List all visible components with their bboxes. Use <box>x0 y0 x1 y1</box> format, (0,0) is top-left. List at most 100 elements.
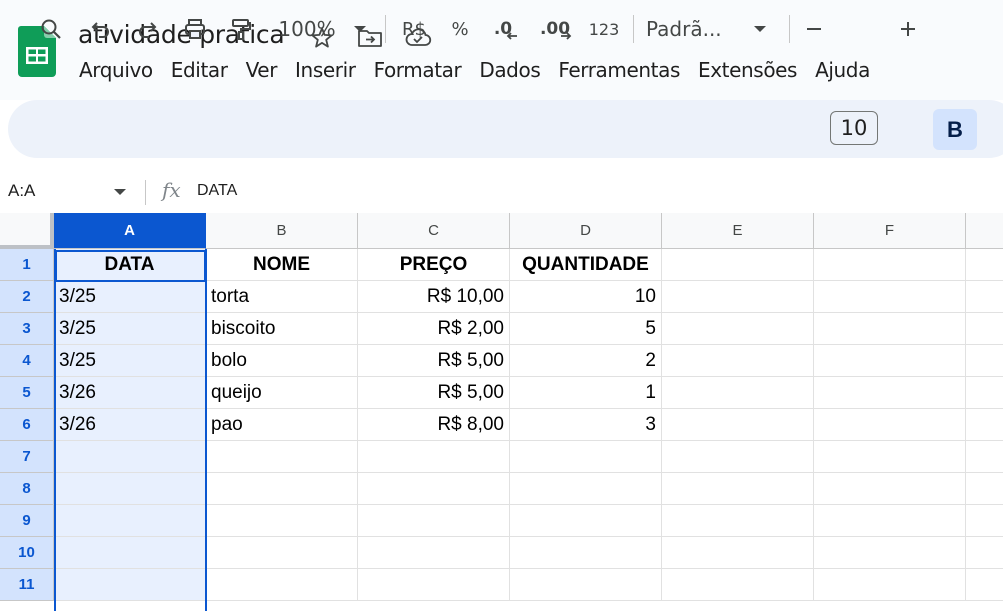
cell-c8[interactable] <box>358 473 510 505</box>
cell-c9[interactable] <box>358 505 510 537</box>
zoom-select[interactable]: 100% <box>272 0 342 58</box>
cell-c2[interactable]: R$ 10,00 <box>358 281 510 313</box>
cell-c5[interactable]: R$ 5,00 <box>358 377 510 409</box>
menu-ferramentas[interactable]: Ferramentas <box>549 56 689 82</box>
cell-g5[interactable] <box>966 377 1003 409</box>
cell-f1[interactable] <box>814 249 966 281</box>
cell-b9[interactable] <box>206 505 358 537</box>
cell-e6[interactable] <box>662 409 814 441</box>
cell-d7[interactable] <box>510 441 662 473</box>
cell-a11[interactable] <box>54 569 206 601</box>
cell-b7[interactable] <box>206 441 358 473</box>
redo-icon[interactable] <box>130 0 164 58</box>
cell-b11[interactable] <box>206 569 358 601</box>
cell-b4[interactable]: bolo <box>206 345 358 377</box>
cell-a7[interactable] <box>54 441 206 473</box>
cell-a6[interactable]: 3/26 <box>54 409 206 441</box>
cell-g6[interactable] <box>966 409 1003 441</box>
cell-e7[interactable] <box>662 441 814 473</box>
column-header-d[interactable]: D <box>510 213 662 249</box>
cell-e8[interactable] <box>662 473 814 505</box>
cell-f11[interactable] <box>814 569 966 601</box>
cell-c7[interactable] <box>358 441 510 473</box>
cell-c3[interactable]: R$ 2,00 <box>358 313 510 345</box>
column-header-overflow[interactable] <box>966 213 1003 249</box>
cell-a3[interactable]: 3/25 <box>54 313 206 345</box>
menu-editar[interactable]: Editar <box>162 56 237 82</box>
menu-dados[interactable]: Dados <box>470 56 549 82</box>
font-dropdown-icon[interactable] <box>748 0 772 58</box>
cell-g4[interactable] <box>966 345 1003 377</box>
undo-icon[interactable] <box>84 0 118 58</box>
paint-format-icon[interactable] <box>224 0 258 58</box>
menu-ver[interactable]: Ver <box>237 56 286 82</box>
cell-b8[interactable] <box>206 473 358 505</box>
row-header-2[interactable]: 2 <box>0 281 54 313</box>
cell-f5[interactable] <box>814 377 966 409</box>
font-select[interactable]: Padrã... <box>646 0 738 58</box>
row-header-4[interactable]: 4 <box>0 345 54 377</box>
cell-b6[interactable]: pao <box>206 409 358 441</box>
cell-a9[interactable] <box>54 505 206 537</box>
cell-e5[interactable] <box>662 377 814 409</box>
cell-f2[interactable] <box>814 281 966 313</box>
name-box[interactable]: A:A <box>8 181 35 201</box>
cell-g11[interactable] <box>966 569 1003 601</box>
cell-g1[interactable] <box>966 249 1003 281</box>
increase-font-size-button[interactable] <box>894 0 922 58</box>
zoom-dropdown-icon[interactable] <box>348 0 372 58</box>
column-header-f[interactable]: F <box>814 213 966 249</box>
cell-a5[interactable]: 3/26 <box>54 377 206 409</box>
menu-arquivo[interactable]: Arquivo <box>70 56 162 82</box>
cell-d10[interactable] <box>510 537 662 569</box>
bold-button[interactable]: B <box>933 109 977 150</box>
cell-c11[interactable] <box>358 569 510 601</box>
increase-decimal-button[interactable]: .00 <box>536 0 576 58</box>
row-header-10[interactable]: 10 <box>0 537 54 569</box>
currency-format-button[interactable]: R$ <box>398 0 430 58</box>
row-header-8[interactable]: 8 <box>0 473 54 505</box>
cell-a2[interactable]: 3/25 <box>54 281 206 313</box>
row-header-3[interactable]: 3 <box>0 313 54 345</box>
decrease-font-size-button[interactable] <box>800 0 828 58</box>
cell-d3[interactable]: 5 <box>510 313 662 345</box>
cell-b10[interactable] <box>206 537 358 569</box>
row-header-7[interactable]: 7 <box>0 441 54 473</box>
cell-f3[interactable] <box>814 313 966 345</box>
more-formats-button[interactable]: 123 <box>584 0 624 58</box>
print-icon[interactable] <box>178 0 212 58</box>
cell-d1[interactable]: QUANTIDADE <box>510 249 662 281</box>
cell-b5[interactable]: queijo <box>206 377 358 409</box>
name-box-dropdown-icon[interactable] <box>113 187 127 197</box>
cell-c10[interactable] <box>358 537 510 569</box>
cell-c1[interactable]: PREÇO <box>358 249 510 281</box>
cell-a8[interactable] <box>54 473 206 505</box>
cell-f10[interactable] <box>814 537 966 569</box>
cell-d6[interactable]: 3 <box>510 409 662 441</box>
cell-b1[interactable]: NOME <box>206 249 358 281</box>
menu-extensoes[interactable]: Extensões <box>689 56 806 82</box>
formula-input[interactable]: DATA <box>197 182 237 200</box>
cell-c6[interactable]: R$ 8,00 <box>358 409 510 441</box>
menu-formatar[interactable]: Formatar <box>365 56 471 82</box>
cell-g7[interactable] <box>966 441 1003 473</box>
row-header-11[interactable]: 11 <box>0 569 54 601</box>
cell-g9[interactable] <box>966 505 1003 537</box>
cell-d5[interactable]: 1 <box>510 377 662 409</box>
cell-g3[interactable] <box>966 313 1003 345</box>
menu-inserir[interactable]: Inserir <box>286 56 365 82</box>
cell-f4[interactable] <box>814 345 966 377</box>
cell-f7[interactable] <box>814 441 966 473</box>
cell-b3[interactable]: biscoito <box>206 313 358 345</box>
select-all-corner[interactable] <box>0 213 54 249</box>
cell-g10[interactable] <box>966 537 1003 569</box>
cell-a4[interactable]: 3/25 <box>54 345 206 377</box>
cell-d4[interactable]: 2 <box>510 345 662 377</box>
cell-d8[interactable] <box>510 473 662 505</box>
cell-f6[interactable] <box>814 409 966 441</box>
cell-b2[interactable]: torta <box>206 281 358 313</box>
row-header-5[interactable]: 5 <box>0 377 54 409</box>
cell-d11[interactable] <box>510 569 662 601</box>
percent-format-button[interactable]: % <box>446 0 474 58</box>
cell-e2[interactable] <box>662 281 814 313</box>
